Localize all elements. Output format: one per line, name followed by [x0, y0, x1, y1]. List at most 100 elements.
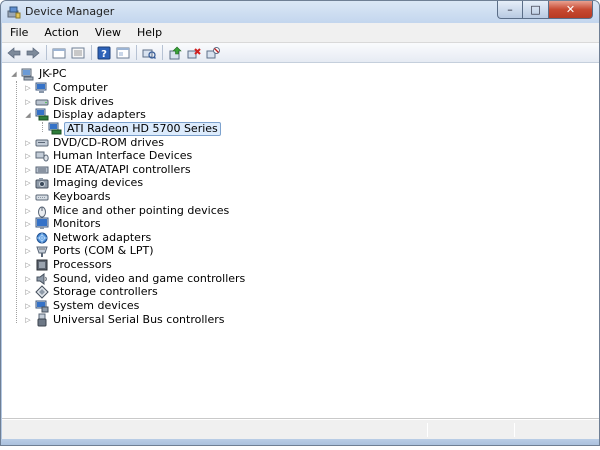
tree-category-row[interactable]: ▷ Computer — [24, 81, 110, 95]
tree-category-label: Storage controllers — [53, 285, 158, 298]
menu-help[interactable]: Help — [129, 26, 170, 39]
svg-text:?: ? — [101, 49, 107, 60]
close-icon: ✕ — [565, 3, 576, 16]
tree-category-label: Computer — [53, 81, 108, 94]
expand-arrow-icon[interactable]: ▷ — [24, 220, 32, 228]
tree-category-row[interactable]: ▷ Imaging devices — [24, 176, 145, 190]
usb-icon — [35, 313, 49, 327]
collapse-arrow-icon[interactable]: ◢ — [24, 111, 32, 119]
device-manager-window: Device Manager – □ ✕ File Action View He… — [0, 0, 600, 446]
expand-arrow-icon[interactable]: ▷ — [24, 261, 32, 269]
tree-category-label: IDE ATA/ATAPI controllers — [53, 163, 191, 176]
processor-icon — [35, 258, 49, 272]
expand-arrow-icon[interactable]: ▷ — [24, 247, 32, 255]
expand-arrow-icon[interactable]: ▷ — [24, 316, 32, 324]
mouse-icon — [35, 204, 49, 218]
toolbar-separator — [91, 45, 92, 60]
tree-connector — [16, 81, 17, 323]
menu-file[interactable]: File — [2, 26, 36, 39]
expand-arrow-icon[interactable]: ▷ — [24, 302, 32, 310]
tree-category-row[interactable]: ▷ System devices — [24, 299, 141, 313]
tree-category-row[interactable]: ▷ Disk drives — [24, 95, 116, 109]
tree-category-label: System devices — [53, 299, 140, 312]
forward-icon[interactable] — [25, 45, 41, 61]
toolbar-separator — [136, 45, 137, 60]
expand-arrow-icon[interactable]: ▷ — [24, 152, 32, 160]
toolbar: ? — [2, 43, 599, 63]
tree-category-label: Network adapters — [53, 231, 152, 244]
computer-pc-icon — [21, 67, 35, 81]
expand-arrow-icon[interactable]: ▷ — [24, 288, 32, 296]
window-title: Device Manager — [25, 5, 115, 18]
monitor-icon — [35, 217, 49, 231]
expand-arrow-icon[interactable]: ▷ — [24, 193, 32, 201]
display-adapter-icon — [48, 122, 62, 136]
expand-arrow-icon[interactable]: ▷ — [24, 98, 32, 106]
tree-device-row-selected[interactable]: ATI Radeon HD 5700 Series — [48, 122, 221, 136]
device-manager-icon — [7, 5, 21, 19]
collapse-arrow-icon[interactable]: ◢ — [10, 70, 18, 78]
status-bar — [2, 419, 599, 439]
window-frame-bottom — [1, 439, 599, 445]
tree-category-row[interactable]: ▷ Ports (COM & LPT) — [24, 244, 156, 258]
scan-hardware-icon[interactable] — [141, 45, 157, 61]
status-bar-divider — [514, 423, 515, 437]
tree-category-row[interactable]: ▷ Keyboards — [24, 190, 112, 204]
menu-view[interactable]: View — [87, 26, 129, 39]
up-folder-icon[interactable] — [51, 45, 67, 61]
status-bar-divider — [427, 423, 428, 437]
update-driver-icon[interactable] — [167, 45, 183, 61]
hid-icon — [35, 149, 49, 163]
expand-arrow-icon[interactable]: ▷ — [24, 166, 32, 174]
expand-arrow-icon[interactable]: ▷ — [24, 139, 32, 147]
maximize-button[interactable]: □ — [523, 1, 549, 19]
tree-category-row[interactable]: ▷ Universal Serial Bus controllers — [24, 313, 226, 327]
display-adapter-icon — [35, 108, 49, 122]
tree-category-row[interactable]: ▷ Mice and other pointing devices — [24, 204, 231, 218]
system-device-icon — [35, 299, 49, 313]
tree-category-row[interactable]: ▷ IDE ATA/ATAPI controllers — [24, 163, 193, 177]
computer-icon — [35, 81, 49, 95]
port-icon — [35, 244, 49, 258]
maximize-icon: □ — [530, 3, 541, 16]
dvd-drive-icon — [35, 136, 49, 150]
expand-arrow-icon[interactable]: ▷ — [24, 84, 32, 92]
expand-arrow-icon[interactable]: ▷ — [24, 207, 32, 215]
menu-bar: File Action View Help — [2, 23, 599, 43]
tree-category-row[interactable]: ▷ Sound, video and game controllers — [24, 272, 247, 286]
storage-controller-icon — [35, 285, 49, 299]
expand-arrow-icon[interactable]: ▷ — [24, 275, 32, 283]
expand-arrow-icon[interactable]: ▷ — [24, 234, 32, 242]
tree-category-row[interactable]: ▷ Human Interface Devices — [24, 149, 194, 163]
ide-controller-icon — [35, 163, 49, 177]
disk-drive-icon — [35, 95, 49, 109]
disable-icon[interactable] — [205, 45, 221, 61]
tree-category-label: Universal Serial Bus controllers — [53, 313, 225, 326]
minimize-button[interactable]: – — [497, 1, 523, 19]
back-icon[interactable] — [6, 45, 22, 61]
toolbar-separator — [46, 45, 47, 60]
menu-action[interactable]: Action — [36, 26, 86, 39]
tree-category-label: Processors — [53, 258, 112, 271]
title-bar[interactable]: Device Manager – □ ✕ — [1, 1, 599, 23]
device-tree[interactable]: ◢ JK-PC ▷ Computer ▷ Disk drives ◢ Displ… — [2, 63, 599, 419]
tree-category-row[interactable]: ◢ Display adapters — [24, 108, 148, 122]
tree-root-row[interactable]: ◢ JK-PC — [10, 67, 69, 81]
uninstall-icon[interactable] — [186, 45, 202, 61]
expand-arrow-icon[interactable]: ▷ — [24, 179, 32, 187]
tree-category-label: Imaging devices — [53, 176, 144, 189]
tree-category-label: Ports (COM & LPT) — [53, 244, 154, 257]
properties-icon[interactable] — [70, 45, 86, 61]
tree-category-row[interactable]: ▷ Processors — [24, 258, 114, 272]
tree-category-label: Display adapters — [53, 108, 146, 121]
toolbar-separator — [162, 45, 163, 60]
close-button[interactable]: ✕ — [549, 1, 593, 19]
tree-category-row[interactable]: ▷ Storage controllers — [24, 285, 160, 299]
keyboard-icon — [35, 190, 49, 204]
tree-root-label: JK-PC — [39, 67, 67, 80]
tree-category-row[interactable]: ▷ DVD/CD-ROM drives — [24, 136, 166, 150]
tree-category-row[interactable]: ▷ Network adapters — [24, 231, 153, 245]
help-icon[interactable]: ? — [96, 45, 112, 61]
tree-category-row[interactable]: ▷ Monitors — [24, 217, 103, 231]
view-icon[interactable] — [115, 45, 131, 61]
